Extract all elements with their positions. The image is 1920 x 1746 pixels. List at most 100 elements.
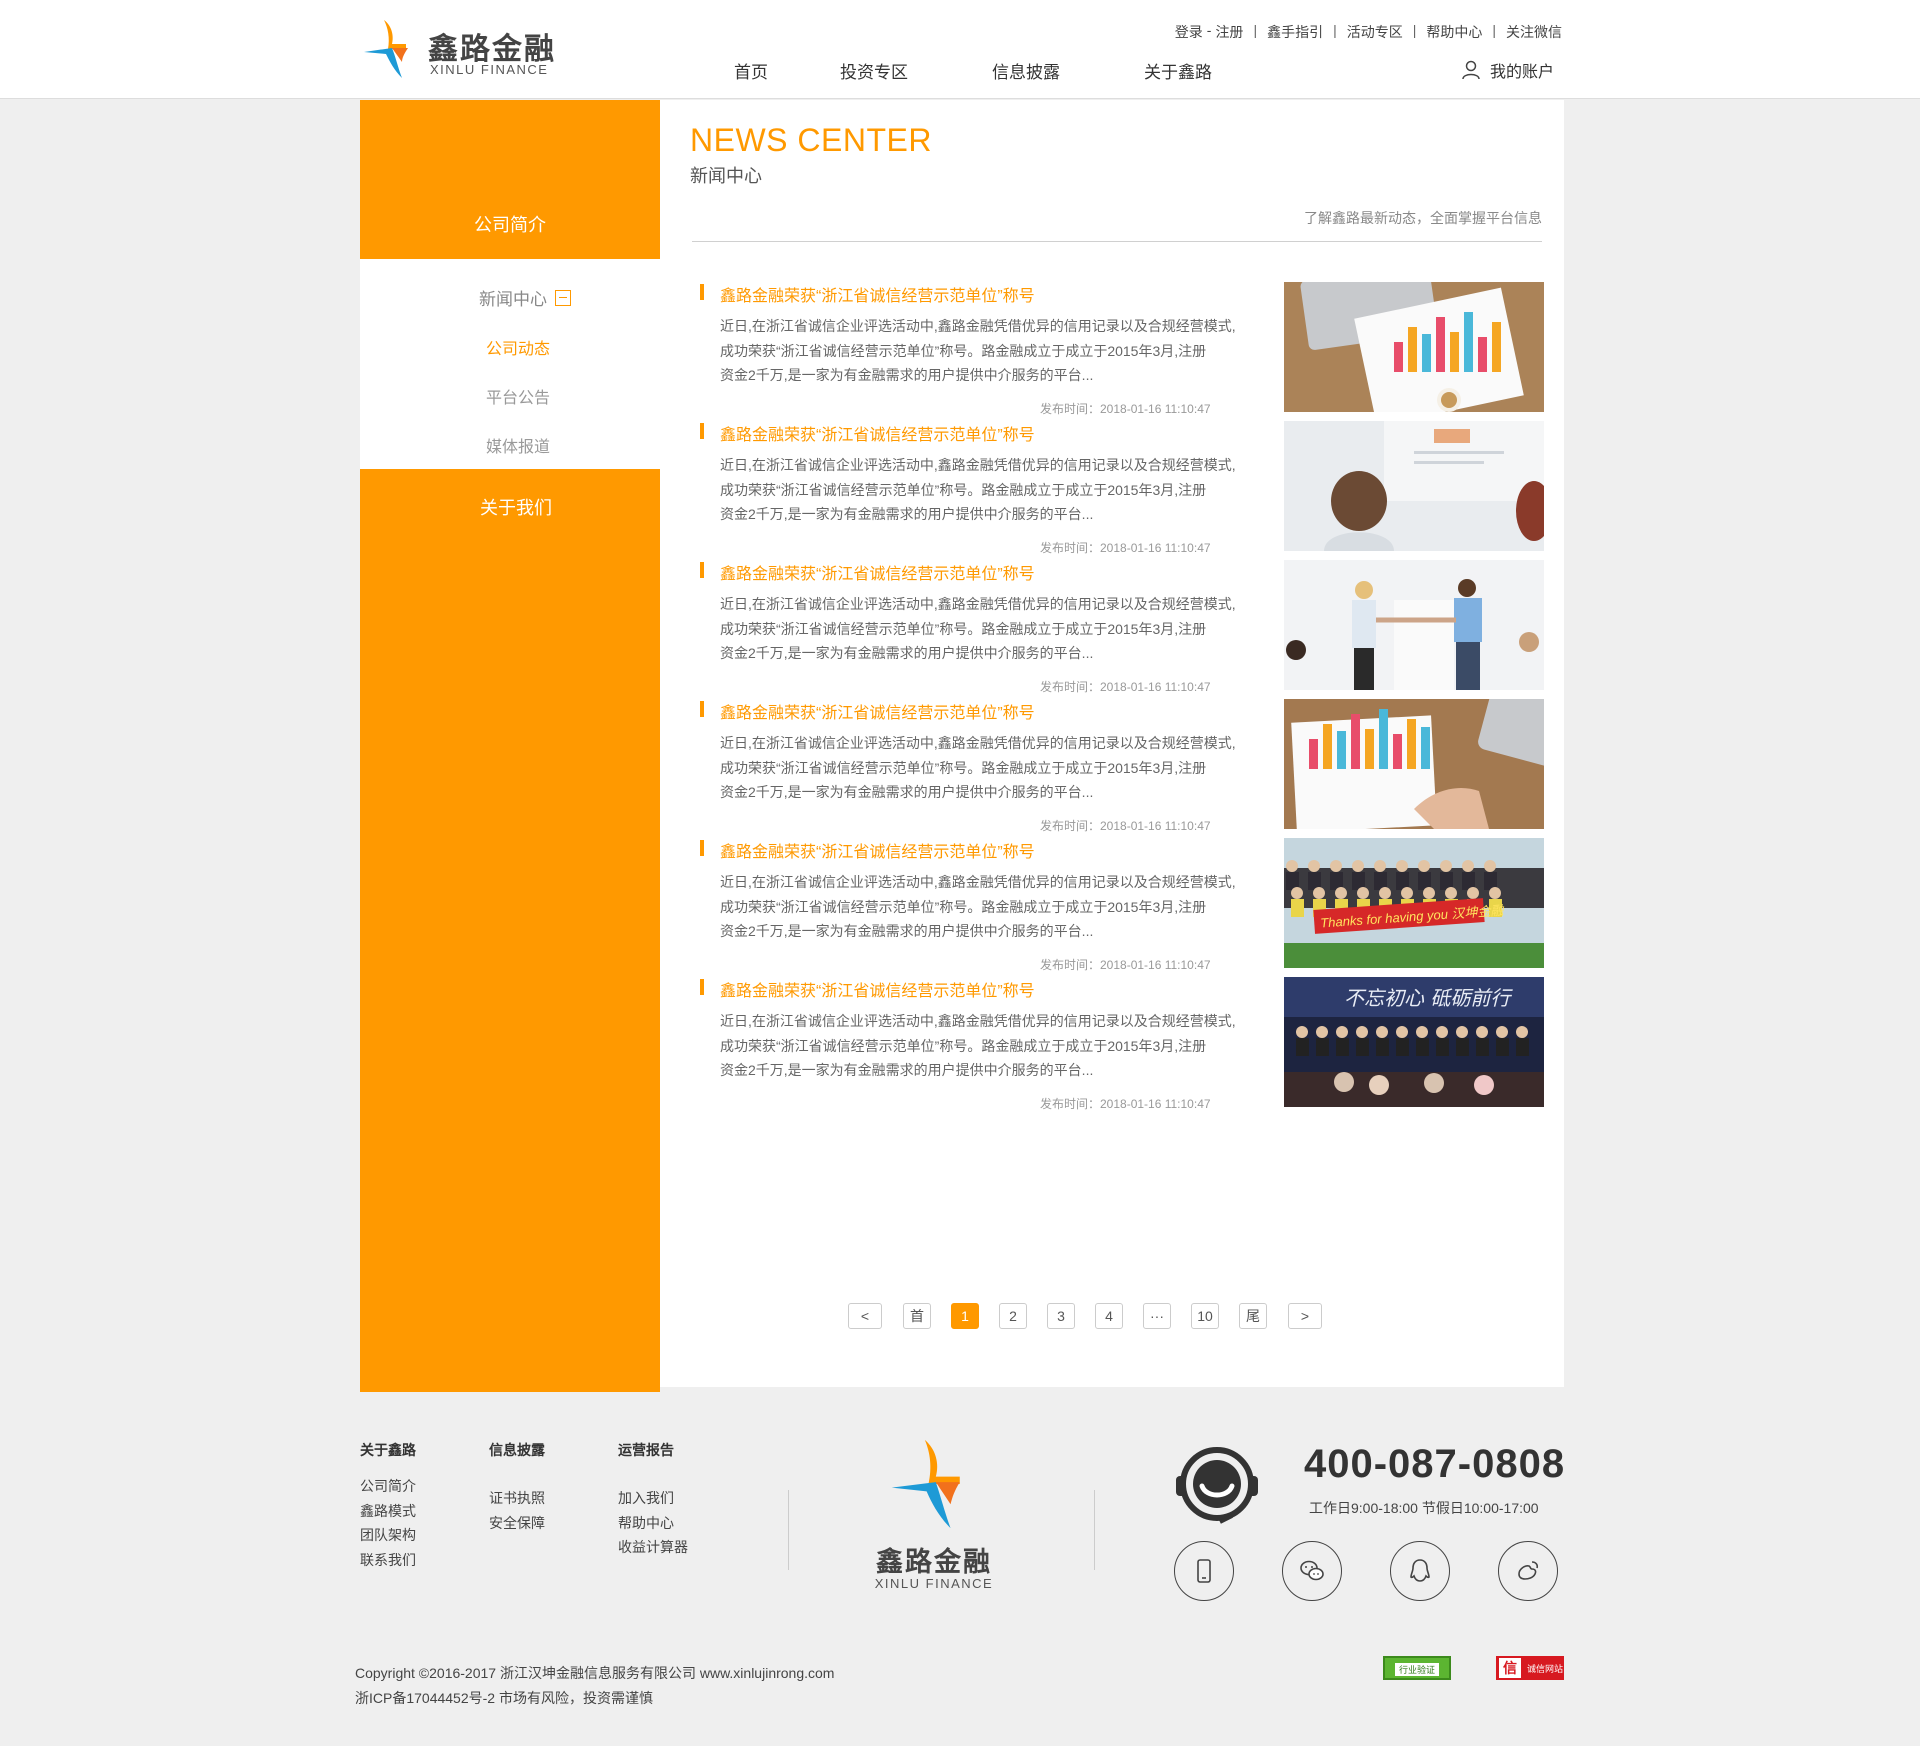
credit-site-badge[interactable]: 信 诚信网站 (1496, 1656, 1564, 1680)
collapse-icon[interactable] (555, 289, 571, 306)
divider (692, 241, 1542, 242)
copyright: Copyright ©2016-2017 浙江汉坤金融信息服务有限公司 www.… (355, 1661, 834, 1711)
news-panel: NEWS CENTER 新闻中心 了解鑫路最新动态，全面掌握平台信息 鑫路金融荣… (660, 100, 1564, 1387)
footer-link[interactable]: 公司简介 (360, 1474, 416, 1499)
article-title[interactable]: 鑫路金融荣获“浙江省诚信经营示范单位”称号 (720, 421, 1035, 445)
article-title[interactable]: 鑫路金融荣获“浙江省诚信经营示范单位”称号 (720, 560, 1035, 584)
activity-link[interactable]: 活动专区 (1347, 22, 1403, 42)
sidebar-item-media-report[interactable]: 媒体报道 (376, 433, 660, 457)
page-10-button[interactable]: 10 (1191, 1303, 1219, 1329)
title-marker (700, 284, 704, 300)
page-ellipsis: ··· (1143, 1303, 1171, 1329)
summary-line: 资金2千万,是一家为有金融需求的用户提供中介服务的平台... (720, 784, 1094, 800)
footer-link[interactable]: 帮助中心 (618, 1511, 688, 1536)
summary-line: 资金2千万,是一家为有金融需求的用户提供中介服务的平台... (720, 506, 1094, 522)
footer-col-report: 运营报告 加入我们 帮助中心 收益计算器 (618, 1440, 688, 1560)
register-link[interactable]: 注册 (1215, 22, 1243, 42)
footer-link[interactable]: 安全保障 (489, 1511, 545, 1536)
article-title[interactable]: 鑫路金融荣获“浙江省诚信经营示范单位”称号 (720, 977, 1035, 1001)
news-article: 鑫路金融荣获“浙江省诚信经营示范单位”称号近日,在浙江省诚信企业评选活动中,鑫路… (700, 282, 1544, 416)
divider: | (1253, 22, 1258, 38)
industry-verify-badge[interactable]: 行业验证 (1383, 1656, 1451, 1680)
logo-mark-icon (364, 20, 408, 78)
login-link[interactable]: 登录 (1175, 22, 1203, 42)
sidebar-company-intro-label: 公司简介 (474, 215, 546, 235)
summary-line: 近日,在浙江省诚信企业评选活动中,鑫路金融凭借优异的信用记录以及合规经营模式, (720, 735, 1236, 751)
nav-disclosure[interactable]: 信息披露 (956, 58, 1096, 83)
page-2-button[interactable]: 2 (999, 1303, 1027, 1329)
summary-line: 资金2千万,是一家为有金融需求的用户提供中介服务的平台... (720, 923, 1094, 939)
footer-link[interactable]: 团队架构 (360, 1523, 416, 1548)
footer-link[interactable]: 鑫路模式 (360, 1499, 416, 1524)
nav-invest[interactable]: 投资专区 (792, 58, 956, 83)
article-thumbnail[interactable] (1284, 282, 1544, 412)
sidebar-news-center-label: 新闻中心 (479, 290, 547, 309)
nav-about[interactable]: 关于鑫路 (1096, 58, 1260, 83)
next-page-button[interactable]: > (1288, 1303, 1322, 1329)
sidebar-company-intro[interactable]: 公司简介 (360, 100, 660, 259)
title-marker (700, 562, 704, 578)
summary-line: 成功荣获“浙江省诚信经营示范单位”称号。路金融成立于成立于2015年3月,注册 (720, 620, 1207, 637)
last-page-button[interactable]: 尾 (1239, 1303, 1267, 1329)
news-article: 鑫路金融荣获“浙江省诚信经营示范单位”称号近日,在浙江省诚信企业评选活动中,鑫路… (700, 421, 1544, 555)
summary-line: 成功荣获“浙江省诚信经营示范单位”称号。路金融成立于成立于2015年3月,注册 (720, 759, 1207, 776)
article-title[interactable]: 鑫路金融荣获“浙江省诚信经营示范单位”称号 (720, 838, 1035, 862)
qq-button[interactable] (1390, 1541, 1450, 1601)
page-4-button[interactable]: 4 (1095, 1303, 1123, 1329)
summary-line: 成功荣获“浙江省诚信经营示范单位”称号。路金融成立于成立于2015年3月,注册 (720, 898, 1207, 915)
page-subtitle: 新闻中心 (690, 166, 762, 186)
article-thumbnail[interactable] (1284, 699, 1544, 829)
article-thumbnail[interactable]: 不忘初心 砥砺前行 (1284, 977, 1544, 1107)
prev-page-button[interactable]: < (848, 1303, 882, 1329)
mobile-app-button[interactable] (1174, 1541, 1234, 1601)
first-page-button[interactable]: 首 (903, 1303, 931, 1329)
summary-line: 资金2千万,是一家为有金融需求的用户提供中介服务的平台... (720, 645, 1094, 661)
my-account-link[interactable]: 我的账户 (1462, 58, 1554, 82)
wechat-button[interactable] (1282, 1541, 1342, 1601)
publish-time: 发布时间：2018-01-16 11:10:47 (1040, 819, 1211, 833)
summary-line: 资金2千万,是一家为有金融需求的用户提供中介服务的平台... (720, 367, 1094, 383)
pagination: < 首 1 2 3 4 ··· 10 尾 > (848, 1303, 1348, 1331)
mobile-icon (1197, 1559, 1211, 1583)
article-thumbnail[interactable] (1284, 560, 1544, 690)
footer-link[interactable]: 证书执照 (489, 1486, 545, 1511)
page-description: 了解鑫路最新动态，全面掌握平台信息 (1304, 210, 1542, 226)
title-marker (700, 979, 704, 995)
site-header: 鑫路金融 XINLU FINANCE 登录 - 注册 | 鑫手指引 | 活动专区… (0, 0, 1920, 99)
follow-wechat-link[interactable]: 关注微信 (1506, 22, 1562, 42)
footer-link[interactable]: 加入我们 (618, 1486, 688, 1511)
footer-link[interactable]: 联系我们 (360, 1548, 416, 1573)
title-marker (700, 701, 704, 717)
weibo-button[interactable] (1498, 1541, 1558, 1601)
hotline-number: 400-087-0808 (1304, 1442, 1566, 1486)
divider: | (1492, 22, 1496, 38)
article-summary: 近日,在浙江省诚信企业评选活动中,鑫路金融凭借优异的信用记录以及合规经营模式, 成… (720, 453, 1245, 527)
footer-logo: 鑫路金融 XINLU FINANCE (874, 1434, 994, 1594)
article-thumbnail[interactable]: Thanks for having you 汉坤金融 (1284, 838, 1544, 968)
publish-time: 发布时间：2018-01-16 11:10:47 (1040, 958, 1211, 972)
site-logo[interactable]: 鑫路金融 XINLU FINANCE (362, 18, 562, 80)
summary-line: 近日,在浙江省诚信企业评选活动中,鑫路金融凭借优异的信用记录以及合规经营模式, (720, 318, 1236, 334)
summary-line: 成功荣获“浙江省诚信经营示范单位”称号。路金融成立于成立于2015年3月,注册 (720, 342, 1207, 359)
page-1-button[interactable]: 1 (951, 1303, 979, 1329)
divider: | (1412, 22, 1417, 38)
page-3-button[interactable]: 3 (1047, 1303, 1075, 1329)
publish-time: 发布时间：2018-01-16 11:10:47 (1040, 541, 1211, 555)
help-link[interactable]: 帮助中心 (1426, 22, 1482, 42)
article-title[interactable]: 鑫路金融荣获“浙江省诚信经营示范单位”称号 (720, 699, 1035, 723)
article-thumbnail[interactable] (1284, 421, 1544, 551)
nav-home[interactable]: 首页 (680, 58, 792, 83)
footer-col-about: 关于鑫路 公司简介 鑫路模式 团队架构 联系我们 (360, 1440, 416, 1572)
guide-link[interactable]: 鑫手指引 (1267, 22, 1323, 42)
sidebar-item-company-news[interactable]: 公司动态 (376, 335, 660, 359)
qq-icon (1410, 1559, 1430, 1582)
sidebar-about-us[interactable]: 关于我们 (372, 469, 660, 520)
title-marker (700, 423, 704, 439)
article-title[interactable]: 鑫路金融荣获“浙江省诚信经营示范单位”称号 (720, 282, 1035, 306)
divider (1094, 1490, 1095, 1570)
article-summary: 近日,在浙江省诚信企业评选活动中,鑫路金融凭借优异的信用记录以及合规经营模式, 成… (720, 731, 1245, 805)
sidebar-news-center[interactable]: 新闻中心 (390, 285, 660, 310)
copyright-text: Copyright ©2016-2017 浙江汉坤金融信息服务有限公司 www.… (355, 1665, 835, 1681)
footer-link[interactable]: 收益计算器 (618, 1535, 688, 1560)
sidebar-item-platform-notice[interactable]: 平台公告 (376, 384, 660, 408)
